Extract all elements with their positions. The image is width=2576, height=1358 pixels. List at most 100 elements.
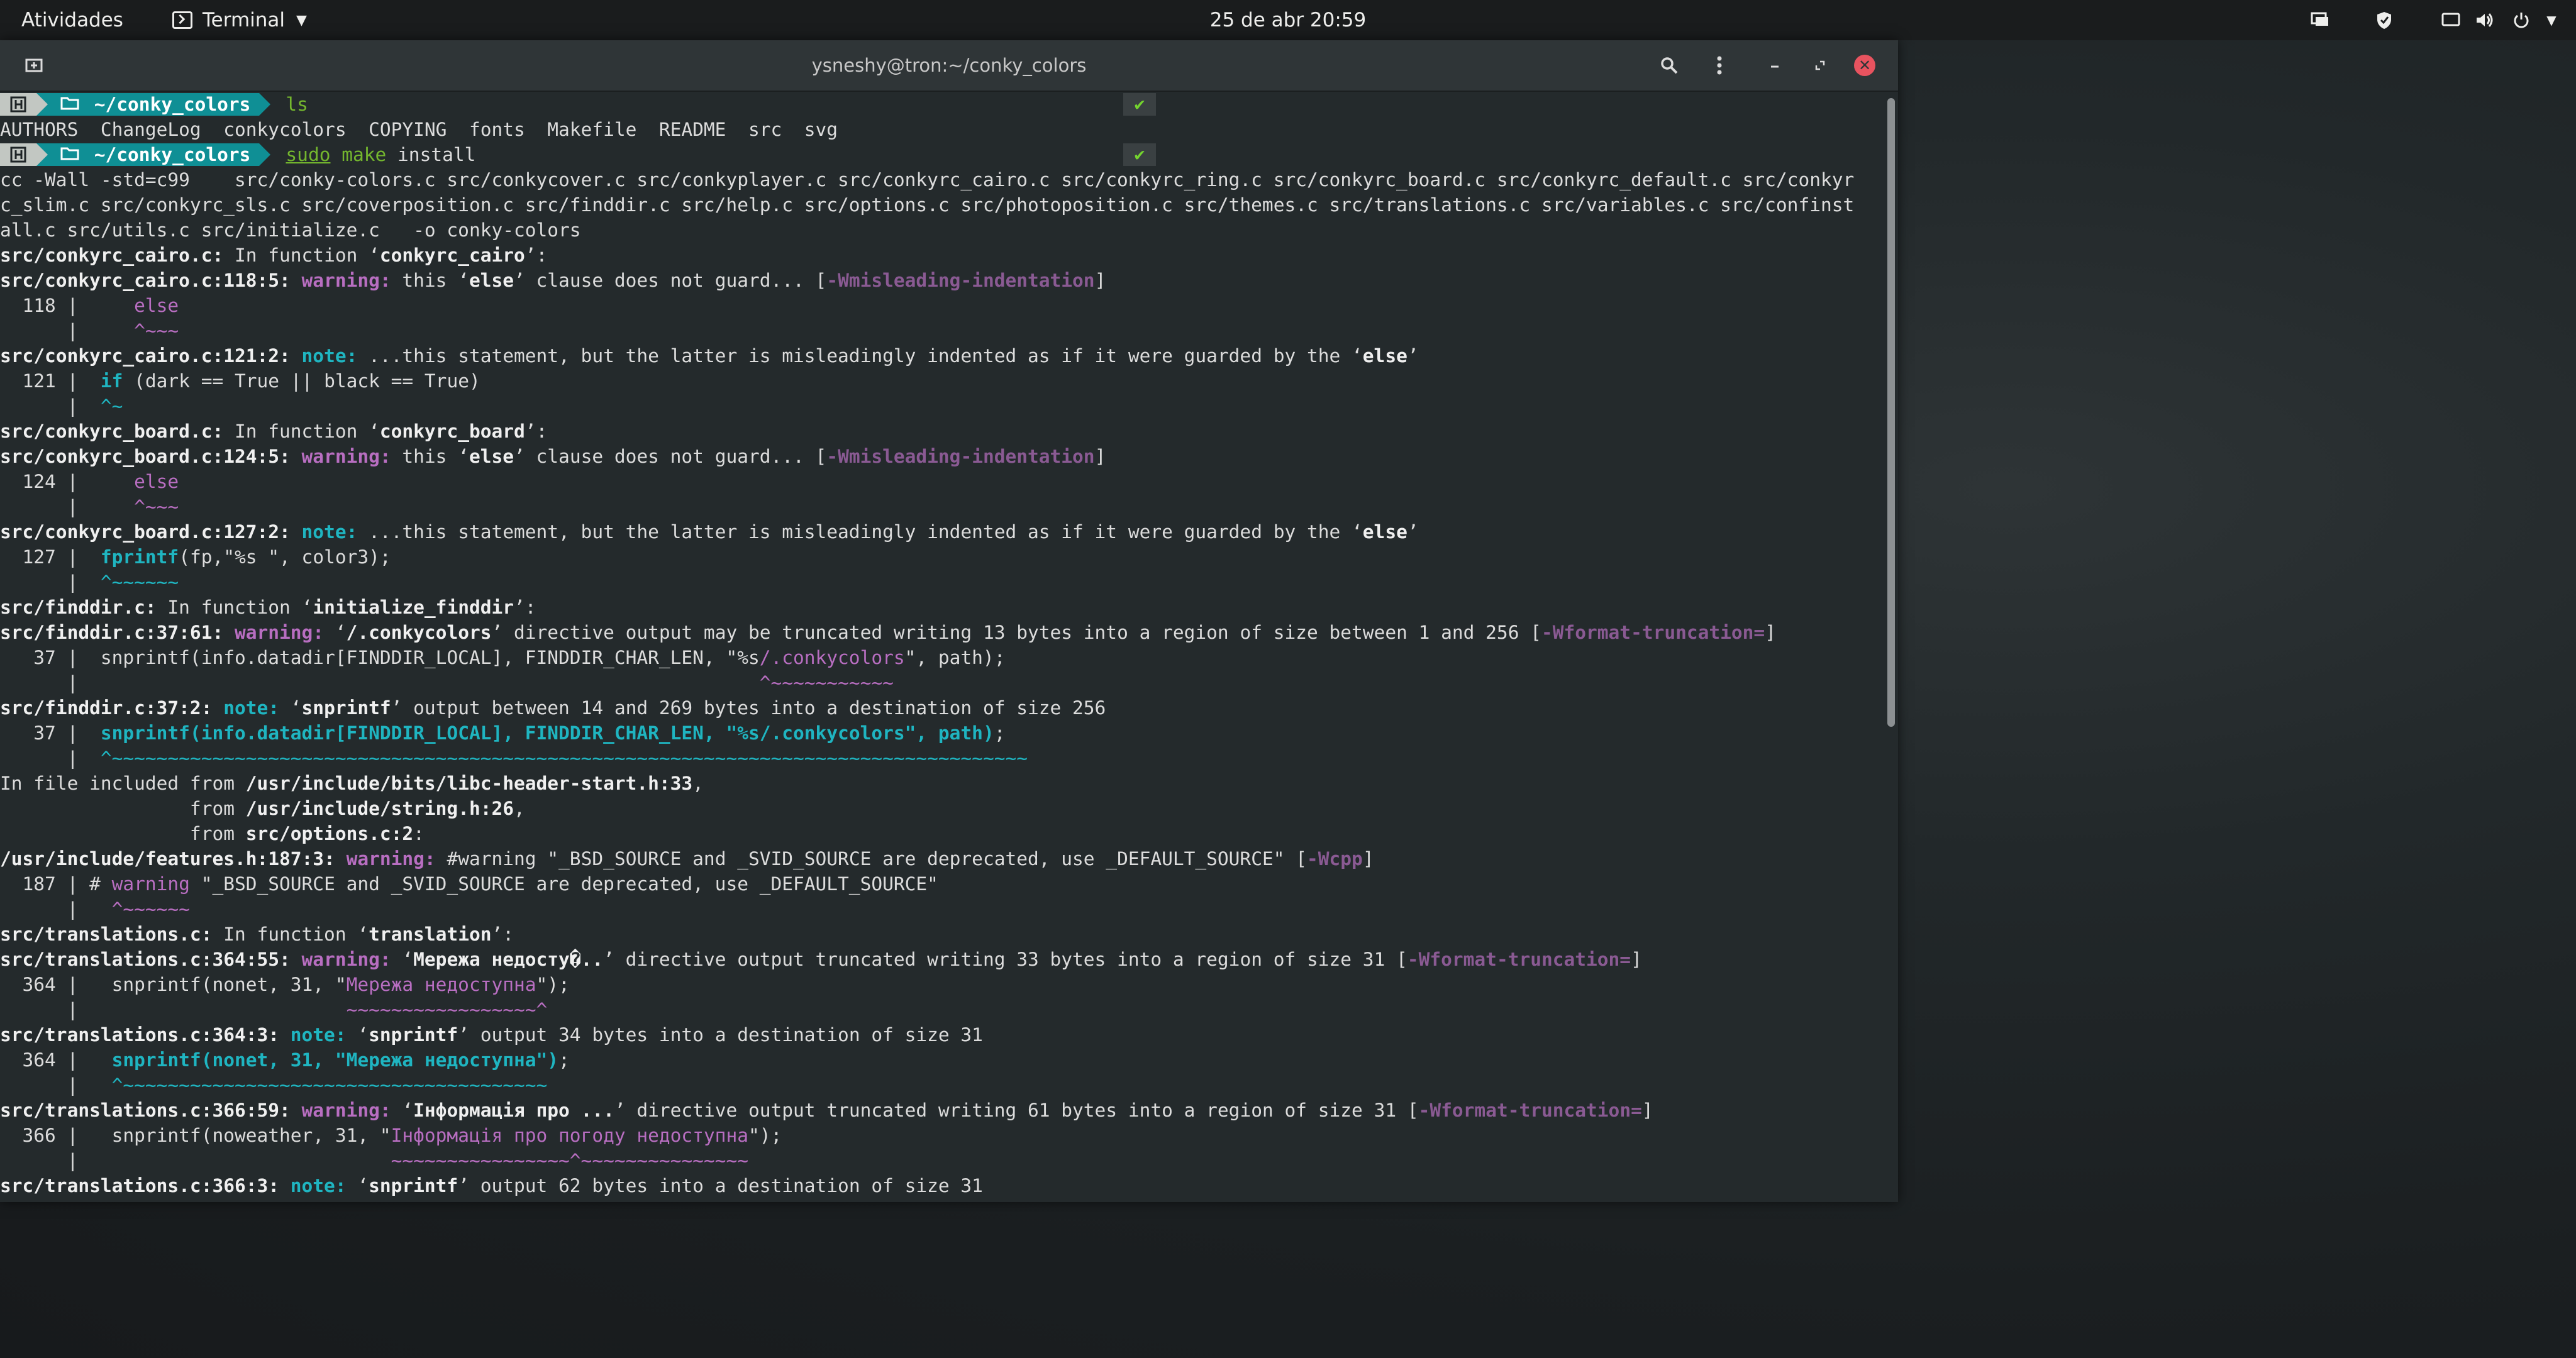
output-text: Мережа недосту�.. bbox=[413, 949, 604, 970]
minimize-icon[interactable] bbox=[1763, 54, 1786, 77]
clock[interactable]: 25 de abr 20:59 bbox=[1210, 9, 1367, 31]
output-text: note: bbox=[279, 1024, 358, 1046]
output-text: note: bbox=[279, 1175, 358, 1196]
output-line: src/conkyrc_board.c:127:2: note: ...this… bbox=[0, 519, 1884, 544]
output-text: -Wmisleading-indentation bbox=[826, 270, 1095, 291]
prompt-directory-label: ~/conky_colors bbox=[83, 144, 251, 165]
output-line: from /usr/include/string.h:26, bbox=[0, 796, 1884, 821]
terminal-icon bbox=[172, 11, 192, 29]
search-icon[interactable] bbox=[1658, 54, 1680, 77]
menu-icon[interactable] bbox=[1708, 54, 1731, 77]
new-tab-icon[interactable] bbox=[23, 54, 45, 77]
output-text: /usr/include/bits/libc-header-start.h:33 bbox=[245, 773, 693, 794]
prompt: ~/conky_colors ls bbox=[0, 92, 1884, 117]
top-bar: Atividades Terminal ▼ 25 de abr 20:59 ▼ bbox=[0, 0, 2576, 40]
output-line: src/finddir.c: In function ‘initialize_f… bbox=[0, 595, 1884, 620]
output-text: In function ‘ bbox=[156, 597, 313, 618]
output-text: warning: bbox=[290, 949, 402, 970]
shell-prompt-line: ~/conky_colors ls ✔ bbox=[0, 92, 1884, 117]
output-text: conkyrc_cairo bbox=[379, 245, 525, 266]
output-text: "); bbox=[748, 1125, 782, 1146]
output-line: src/finddir.c:37:2: note: ‘snprintf’ out… bbox=[0, 695, 1884, 720]
power-icon[interactable] bbox=[2511, 10, 2532, 30]
output-text: else bbox=[1362, 521, 1407, 543]
output-text: ...this statement, but the latter is mis… bbox=[369, 345, 1363, 367]
output-text: src/translations.c:364:3: bbox=[0, 1024, 280, 1046]
output-text: this ‘ bbox=[402, 270, 469, 291]
screen-icon[interactable] bbox=[2309, 10, 2331, 30]
terminal-output[interactable]: ~/conky_colors ls ✔ AUTHORS ChangeLog conky… bbox=[0, 92, 1884, 1202]
output-text: ] bbox=[1362, 848, 1374, 869]
output-text: ’: bbox=[525, 421, 548, 442]
clock-container: 25 de abr 20:59 bbox=[0, 0, 2576, 40]
output-text: ^~~~~~~~~~~~ bbox=[759, 672, 894, 693]
output-text: ~~~~~~~~~~~~~~~~~^ bbox=[346, 999, 548, 1020]
activities-button[interactable]: Atividades bbox=[21, 0, 123, 40]
chevron-down-icon[interactable]: ▼ bbox=[2541, 10, 2562, 30]
output-text: snprintf(nonet, 31, "Мережа недоступна") bbox=[111, 1049, 559, 1071]
output-text: /usr/include/string.h:26 bbox=[245, 798, 514, 819]
output-line: 37 | snprintf(info.datadir[FINDDIR_LOCAL… bbox=[0, 720, 1884, 746]
output-text: | bbox=[0, 496, 135, 517]
output-line: | ~~~~~~~~~~~~~~~~^~~~~~~~~~~~~~~~ bbox=[0, 1148, 1884, 1173]
output-text: ’ bbox=[1407, 521, 1419, 543]
app-menu[interactable]: Terminal ▼ bbox=[172, 0, 307, 40]
output-text: ’ output between 14 and 269 bytes into a… bbox=[391, 697, 1106, 719]
display-icon[interactable] bbox=[2440, 10, 2462, 30]
scrollbar-thumb[interactable] bbox=[1887, 98, 1895, 727]
output-text: : bbox=[413, 823, 425, 844]
prompt-separator bbox=[36, 143, 48, 166]
output-line: src/conkyrc_board.c: In function ‘conkyr… bbox=[0, 419, 1884, 444]
output-line: | ^~~~~~~~~~~~ bbox=[0, 670, 1884, 695]
output-text: ^~ bbox=[100, 395, 123, 417]
output-text: else bbox=[134, 295, 179, 316]
output-text: ’: bbox=[491, 924, 514, 945]
output-text: snprintf bbox=[369, 1175, 458, 1196]
output-text: src/translations.c:364:55: bbox=[0, 949, 291, 970]
maximize-icon[interactable] bbox=[1809, 54, 1831, 77]
output-text: warning: bbox=[290, 446, 402, 467]
output-line: 121 | if (dark == True || black == True) bbox=[0, 368, 1884, 394]
prompt: ~/conky_colors sudo make install bbox=[0, 142, 1884, 167]
checkmark-icon: ✔ bbox=[1123, 143, 1156, 166]
output-text: src/finddir.c: bbox=[0, 597, 157, 618]
output-text: snprintf(info.datadir[FINDDIR_LOCAL], FI… bbox=[100, 722, 994, 744]
output-line: | ^~~~~~~~~~~~~~~~~~~~~~~~~~~~~~~~~~~~~~… bbox=[0, 746, 1884, 771]
output-line: | ^~~~~~~ bbox=[0, 897, 1884, 922]
output-text: Інформація про ... bbox=[413, 1100, 614, 1121]
output-text: src/finddir.c:37:61: bbox=[0, 622, 224, 643]
output-line: 364 | snprintf(nonet, 31, "Мережа недост… bbox=[0, 972, 1884, 997]
output-text: | bbox=[0, 571, 101, 593]
output-line: 364 | snprintf(nonet, 31, "Мережа недост… bbox=[0, 1047, 1884, 1073]
close-icon[interactable]: ✕ bbox=[1854, 55, 1875, 76]
output-text: warning bbox=[111, 873, 190, 895]
output-line: src/translations.c: In function ‘transla… bbox=[0, 922, 1884, 947]
output-text: ‘ bbox=[357, 1175, 369, 1196]
output-text: 124 | bbox=[0, 471, 135, 492]
output-text: 366 | snprintf(noweather, 31, " bbox=[0, 1125, 391, 1146]
output-text: , bbox=[692, 773, 704, 794]
output-text: 364 | snprintf(nonet, 31, " bbox=[0, 974, 347, 995]
prompt-directory: ~/conky_colors bbox=[48, 93, 260, 116]
scrollbar[interactable] bbox=[1884, 92, 1898, 1202]
output-text: ‘ bbox=[357, 1024, 369, 1046]
output-text: note: bbox=[212, 697, 291, 719]
output-text: src/conkyrc_board.c: bbox=[0, 421, 224, 442]
output-text: ’ output 34 bytes into a destination of … bbox=[458, 1024, 983, 1046]
title-bar[interactable]: ysneshy@tron:~/conky_colors ✕ bbox=[0, 40, 1898, 92]
output-text: 187 | # bbox=[0, 873, 112, 895]
volume-icon[interactable] bbox=[2474, 10, 2496, 30]
output-text: translation bbox=[369, 924, 492, 945]
output-text: /usr/include/features.h:187:3: bbox=[0, 848, 335, 869]
output-text: In function ‘ bbox=[223, 421, 380, 442]
output-text: (fp,"%s ", color3); bbox=[179, 546, 391, 568]
output-text: snprintf bbox=[301, 697, 391, 719]
output-text: 118 | bbox=[0, 295, 135, 316]
output-line: c_slim.c src/conkyrc_sls.c src/coverposi… bbox=[0, 192, 1884, 218]
output-line: src/conkyrc_board.c:124:5: warning: this… bbox=[0, 444, 1884, 469]
output-text: ’ clause does not guard... [ bbox=[514, 270, 827, 291]
output-text: initialize_finddir bbox=[313, 597, 514, 618]
output-text: | bbox=[0, 395, 101, 417]
output-text: | bbox=[0, 748, 101, 769]
shield-icon[interactable] bbox=[2373, 10, 2395, 30]
